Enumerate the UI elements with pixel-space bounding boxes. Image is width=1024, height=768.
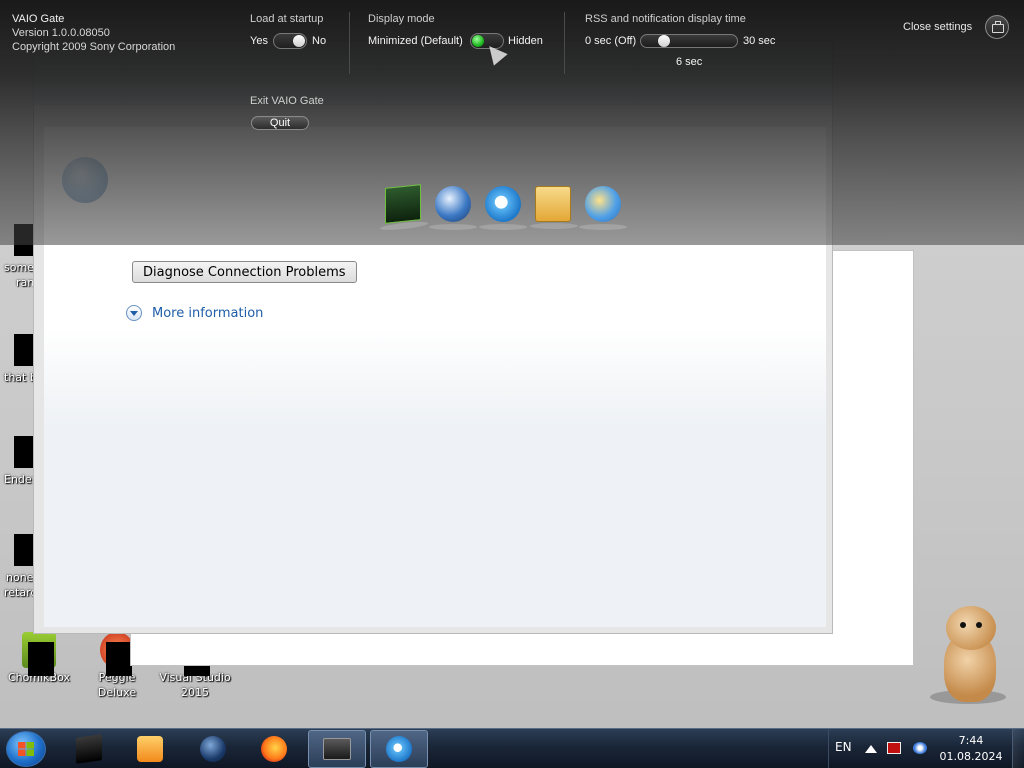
system-tray: EN 7:44 01.08.2024 (828, 729, 1024, 768)
clock-date: 01.08.2024 (939, 750, 1003, 763)
firefox-icon (261, 736, 287, 762)
show-desktop-button[interactable] (1012, 729, 1024, 768)
taskbar: EN 7:44 01.08.2024 (0, 728, 1024, 768)
toolbox-icon[interactable] (985, 15, 1009, 39)
taskbar-item[interactable] (60, 730, 118, 768)
clock[interactable]: 7:44 01.08.2024 (939, 733, 1003, 765)
vaio-dock (385, 184, 627, 230)
taskbar-item[interactable] (370, 730, 428, 768)
divider (349, 12, 350, 74)
screen-app-icon (323, 738, 351, 760)
internet-explorer-icon (386, 736, 412, 762)
vaio-media-icon[interactable] (385, 184, 421, 224)
messenger-icon[interactable] (579, 186, 627, 230)
slider-thumb[interactable] (658, 35, 670, 47)
mail-icon[interactable] (530, 186, 578, 229)
startup-no-label[interactable]: No (312, 35, 326, 47)
rss-current-value: 6 sec (676, 56, 703, 68)
internet-explorer-icon[interactable] (479, 186, 527, 230)
divider (564, 12, 565, 74)
app-copyright: Copyright 2009 Sony Corporation (12, 41, 176, 53)
app-version: Version 1.0.0.08050 (12, 27, 110, 39)
rss-display-time-slider[interactable] (640, 34, 738, 48)
close-settings-link[interactable]: Close settings (903, 21, 972, 33)
app-name: VAIO Gate (12, 13, 65, 25)
diagnose-connection-button[interactable]: Diagnose Connection Problems (132, 261, 357, 283)
orb-app-icon (200, 736, 226, 762)
taskbar-item[interactable] (308, 730, 366, 768)
clock-time: 7:44 (958, 734, 984, 747)
rss-display-time-label: RSS and notification display time (585, 13, 746, 25)
network-icon[interactable] (913, 742, 927, 754)
start-button[interactable] (6, 731, 46, 767)
load-at-startup-toggle[interactable] (273, 33, 307, 49)
hamster-mascot-image (930, 606, 1012, 706)
desktop-icon-chomikbox[interactable]: ChomikBox (1, 632, 77, 685)
toggle-knob (472, 35, 484, 47)
more-information-link[interactable]: More information (126, 305, 263, 321)
toggle-knob (293, 35, 305, 47)
quit-button[interactable]: Quit (251, 116, 309, 130)
rss-min-label: 0 sec (Off) (585, 35, 637, 47)
display-hidden-label[interactable]: Hidden (508, 35, 543, 47)
peggle-icon (100, 632, 134, 676)
display-minimized-label[interactable]: Minimized (Default) (368, 35, 463, 47)
taskbar-item[interactable] (245, 730, 303, 768)
load-at-startup-label: Load at startup (250, 13, 324, 25)
tray-app-icon[interactable] (887, 742, 901, 754)
show-hidden-icons-icon[interactable] (865, 745, 877, 753)
chomikbox-icon (22, 632, 56, 676)
media-player-icon (137, 736, 163, 762)
taskbar-item[interactable] (121, 730, 179, 768)
globe-download-icon[interactable] (429, 186, 477, 230)
display-mode-label: Display mode (368, 13, 435, 25)
more-information-label: More information (152, 305, 264, 321)
chevron-down-icon (126, 305, 142, 321)
app-info: VAIO Gate Version 1.0.0.08050 Copyright … (12, 12, 175, 54)
language-indicator[interactable]: EN (835, 740, 852, 754)
exit-vaio-gate-label: Exit VAIO Gate (250, 95, 324, 107)
vaio-gate-settings-panel: VAIO Gate Version 1.0.0.08050 Copyright … (0, 0, 1024, 245)
taskbar-item[interactable] (184, 730, 242, 768)
startup-yes-label[interactable]: Yes (250, 35, 268, 47)
app-box-icon (76, 734, 102, 764)
rss-max-label: 30 sec (743, 35, 776, 47)
